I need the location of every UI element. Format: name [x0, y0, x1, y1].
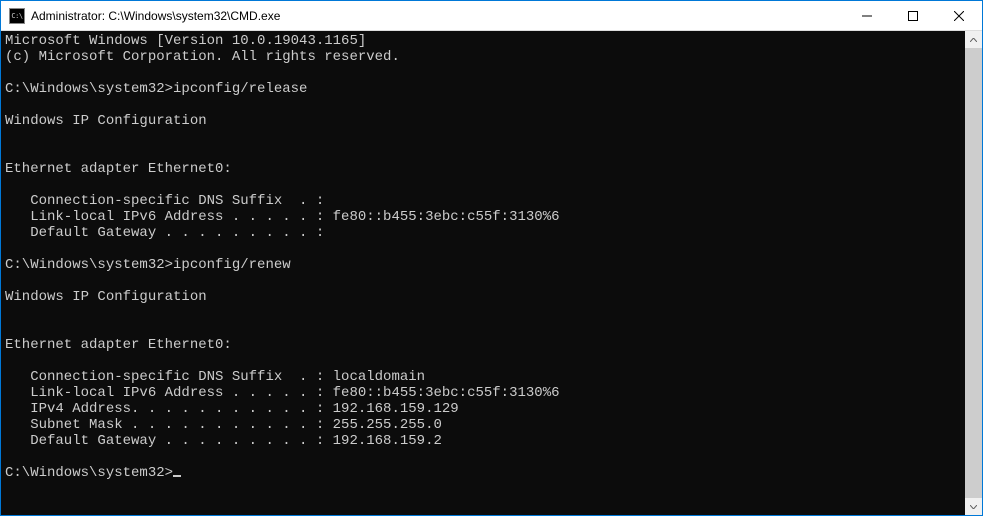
terminal-line: Windows IP Configuration [5, 113, 207, 129]
maximize-icon [908, 11, 918, 21]
chevron-up-icon [970, 38, 977, 42]
minimize-button[interactable] [844, 1, 890, 30]
terminal-line: Default Gateway . . . . . . . . . : 192.… [5, 433, 442, 449]
terminal-line: Link-local IPv6 Address . . . . . : fe80… [5, 385, 560, 401]
terminal-line: Microsoft Windows [Version 10.0.19043.11… [5, 33, 366, 49]
cmd-window: C:\ Administrator: C:\Windows\system32\C… [0, 0, 983, 516]
chevron-down-icon [970, 505, 977, 509]
terminal-line: Link-local IPv6 Address . . . . . : fe80… [5, 209, 560, 225]
terminal-line: Default Gateway . . . . . . . . . : [5, 225, 324, 241]
cursor [173, 475, 181, 477]
terminal-line: Connection-specific DNS Suffix . : [5, 193, 324, 209]
terminal-line: (c) Microsoft Corporation. All rights re… [5, 49, 400, 65]
terminal-line: IPv4 Address. . . . . . . . . . . : 192.… [5, 401, 459, 417]
scroll-up-button[interactable] [965, 31, 982, 48]
terminal-output[interactable]: Microsoft Windows [Version 10.0.19043.11… [1, 31, 965, 515]
titlebar[interactable]: C:\ Administrator: C:\Windows\system32\C… [1, 1, 982, 31]
terminal-line: Ethernet adapter Ethernet0: [5, 337, 232, 353]
terminal-line: Windows IP Configuration [5, 289, 207, 305]
scrollbar-vertical[interactable] [965, 31, 982, 515]
terminal-line: Connection-specific DNS Suffix . : local… [5, 369, 425, 385]
scroll-track[interactable] [965, 48, 982, 498]
window-controls [844, 1, 982, 30]
terminal-line: C:\Windows\system32> [5, 465, 173, 481]
terminal-line: C:\Windows\system32>ipconfig/renew [5, 257, 291, 273]
terminal-line: Subnet Mask . . . . . . . . . . . : 255.… [5, 417, 442, 433]
window-title: Administrator: C:\Windows\system32\CMD.e… [31, 9, 844, 23]
close-button[interactable] [936, 1, 982, 30]
cmd-icon: C:\ [9, 8, 25, 24]
terminal-line: C:\Windows\system32>ipconfig/release [5, 81, 307, 97]
client-area: Microsoft Windows [Version 10.0.19043.11… [1, 31, 982, 515]
scroll-down-button[interactable] [965, 498, 982, 515]
scroll-thumb[interactable] [965, 48, 982, 498]
close-icon [954, 11, 964, 21]
maximize-button[interactable] [890, 1, 936, 30]
terminal-line: Ethernet adapter Ethernet0: [5, 161, 232, 177]
minimize-icon [862, 11, 872, 21]
